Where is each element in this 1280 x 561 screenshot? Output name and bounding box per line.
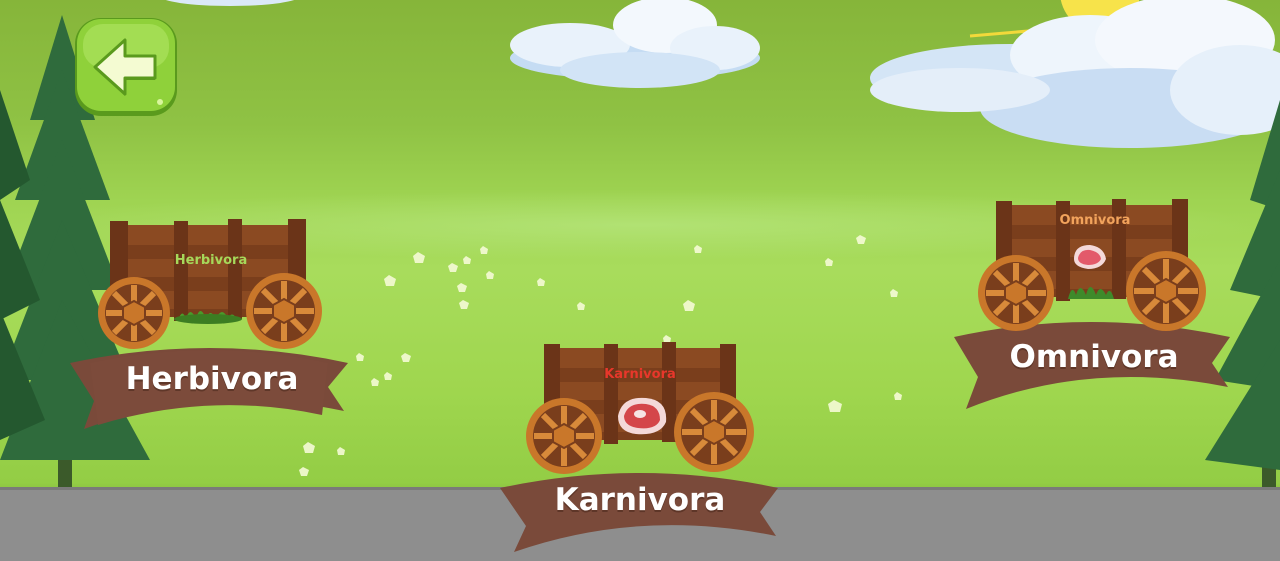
cart-label: Omnivora — [1009, 339, 1179, 375]
wheel-right — [1126, 251, 1206, 331]
back-button[interactable] — [73, 16, 179, 118]
wheel-left — [978, 255, 1054, 331]
cart-sign-text: Omnivora — [1059, 213, 1131, 228]
wheel-right — [674, 392, 754, 472]
cart-karnivora[interactable]: Karnivora Karnivora — [500, 340, 780, 555]
cart-label: Karnivora — [554, 482, 726, 518]
cart-sign-text: Herbivora — [174, 253, 248, 268]
steak-icon — [618, 397, 667, 435]
cloud-center — [510, 0, 760, 88]
game-scene: Herbivora Herbivora Karnivora Karnivora … — [0, 0, 1280, 561]
cart-label: Herbivora — [125, 361, 299, 397]
cart-herbivora[interactable]: Herbivora Herbivora — [70, 215, 350, 435]
wheel-left — [98, 277, 170, 349]
wheel-left — [526, 398, 602, 474]
wheel-right — [246, 273, 322, 349]
cart-sign-text: Karnivora — [604, 367, 676, 382]
cloud-right — [870, 0, 1280, 148]
cart-omnivora[interactable]: Omnivora Omnivora — [950, 195, 1232, 415]
